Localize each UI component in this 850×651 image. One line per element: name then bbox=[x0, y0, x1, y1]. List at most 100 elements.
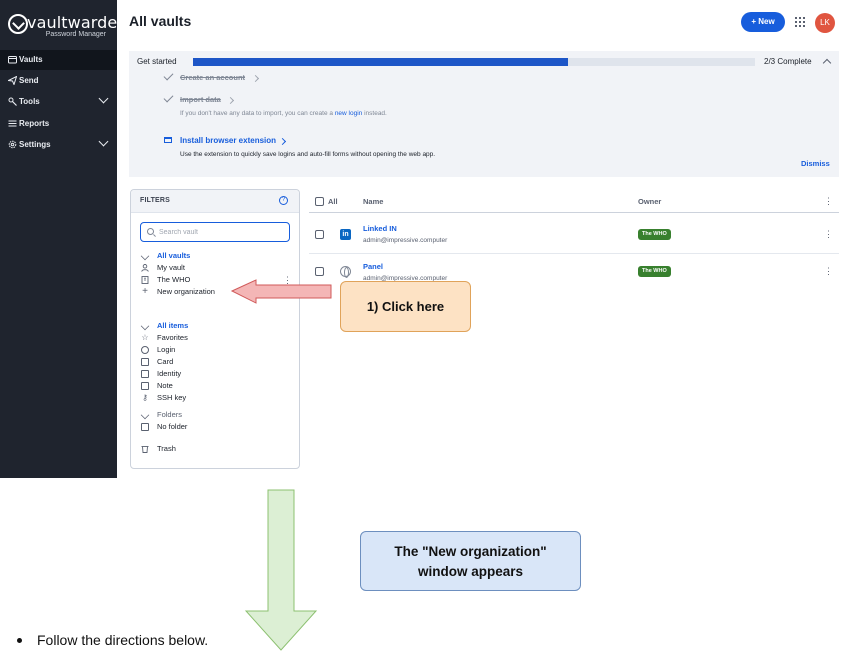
chevron-down-icon bbox=[140, 410, 150, 420]
chevron-right-icon bbox=[251, 74, 260, 83]
key-icon: ⚷ bbox=[142, 393, 148, 402]
sidebar-item-label: Tools bbox=[19, 97, 40, 106]
sidebar-item-reports[interactable]: Reports bbox=[0, 114, 117, 134]
owner-badge: The WHO bbox=[638, 229, 671, 240]
column-header-owner[interactable]: Owner bbox=[638, 197, 661, 206]
dismiss-button[interactable]: Dismiss bbox=[801, 159, 830, 168]
organization-options-icon[interactable]: ⋮ bbox=[283, 276, 292, 285]
note-icon bbox=[141, 382, 149, 390]
logo-wordmark: vaultwarden bbox=[27, 13, 128, 32]
trash-icon bbox=[141, 445, 149, 453]
id-card-icon bbox=[141, 370, 149, 378]
header-divider bbox=[309, 212, 839, 213]
column-header-name[interactable]: Name bbox=[363, 197, 383, 206]
row-options-icon[interactable]: ⋮ bbox=[824, 267, 833, 276]
filter-label: The WHO bbox=[157, 275, 191, 284]
star-icon: ☆ bbox=[141, 333, 149, 342]
item-name-link[interactable]: Linked IN bbox=[363, 224, 397, 233]
step-create-account[interactable]: Create an account bbox=[180, 73, 245, 82]
tools-icon bbox=[8, 97, 17, 106]
import-data-note: If you don't have any data to import, yo… bbox=[180, 110, 387, 117]
help-icon[interactable]: ? bbox=[279, 196, 288, 205]
page-title: All vaults bbox=[129, 13, 192, 29]
logo-subtitle: Password Manager bbox=[45, 31, 106, 38]
get-started-title: Get started bbox=[137, 57, 177, 66]
product-switcher-icon[interactable] bbox=[795, 17, 805, 27]
plus-icon: + bbox=[142, 286, 148, 297]
sidebar-item-settings[interactable]: Settings bbox=[0, 135, 117, 155]
install-extension-note: Use the extension to quickly save logins… bbox=[180, 151, 436, 158]
filters-header: FILTERS ? bbox=[131, 190, 299, 213]
owner-badge: The WHO bbox=[638, 266, 671, 277]
sidebar-item-vaults[interactable]: Vaults bbox=[0, 50, 117, 70]
get-started-panel: Get started 2/3 Complete Create an accou… bbox=[129, 51, 839, 177]
step-install-extension[interactable]: Install browser extension bbox=[180, 136, 276, 145]
onboarding-progress-bar bbox=[193, 58, 755, 66]
filter-label: No folder bbox=[157, 422, 188, 431]
row-divider bbox=[309, 253, 839, 254]
main-content: All vaults + New LK Get started 2/3 Comp… bbox=[117, 0, 850, 478]
filter-label: SSH key bbox=[157, 393, 187, 402]
chevron-down-icon bbox=[140, 321, 150, 331]
chevron-down-icon bbox=[140, 251, 150, 261]
chevron-down-icon bbox=[98, 93, 109, 104]
sidebar-item-label: Settings bbox=[19, 140, 51, 149]
globe-icon bbox=[141, 346, 149, 354]
filter-label: Trash bbox=[157, 444, 176, 453]
sidebar: vaultwarden Password Manager Vaults Send… bbox=[0, 0, 127, 478]
search-vault-field[interactable] bbox=[140, 222, 290, 242]
filter-label: Identity bbox=[157, 369, 182, 378]
chevron-up-icon[interactable] bbox=[822, 58, 832, 68]
item-name-link[interactable]: Panel bbox=[363, 262, 383, 271]
sidebar-item-tools[interactable]: Tools bbox=[0, 92, 117, 112]
search-icon bbox=[147, 228, 154, 235]
sidebar-item-send[interactable]: Send bbox=[0, 71, 117, 91]
chevron-right-icon bbox=[278, 137, 287, 146]
row-options-icon[interactable]: ⋮ bbox=[824, 230, 833, 239]
select-all-checkbox[interactable] bbox=[315, 197, 324, 206]
filter-label: Card bbox=[157, 357, 174, 366]
filter-label: New organization bbox=[157, 287, 215, 296]
vaultwarden-mark-icon bbox=[8, 14, 28, 34]
checkmark-icon bbox=[163, 92, 174, 103]
globe-icon bbox=[340, 266, 351, 278]
filter-label: Login bbox=[157, 345, 176, 354]
green-down-arrow bbox=[244, 489, 318, 651]
result-note-line-2: window appears bbox=[417, 564, 524, 579]
user-icon bbox=[141, 264, 149, 272]
new-item-button[interactable]: + New bbox=[741, 12, 785, 32]
import-note-text: If you don't have any data to import, yo… bbox=[180, 110, 335, 117]
filter-label: My vault bbox=[157, 263, 185, 272]
sidebar-item-label: Send bbox=[19, 76, 39, 85]
sidebar-item-label: Vaults bbox=[19, 55, 43, 64]
chevron-down-icon bbox=[98, 136, 109, 147]
filter-label: Favorites bbox=[157, 333, 188, 342]
sidebar-item-label: Reports bbox=[19, 119, 50, 128]
column-header-all: All bbox=[328, 197, 338, 206]
avatar[interactable]: LK bbox=[815, 13, 835, 33]
gear-icon bbox=[8, 140, 17, 149]
row-checkbox[interactable] bbox=[315, 267, 324, 276]
credit-card-icon bbox=[141, 358, 149, 366]
chevron-right-icon bbox=[226, 96, 235, 105]
result-note-box: The "New organization" window appears bbox=[360, 531, 581, 591]
step-import-data[interactable]: Import data bbox=[180, 95, 221, 104]
new-login-link[interactable]: new login bbox=[335, 110, 362, 117]
filter-heading-label: All items bbox=[157, 321, 189, 330]
linkedin-icon: in bbox=[340, 229, 351, 240]
instruction-bullet: Follow the directions below. bbox=[17, 632, 208, 648]
vaultwarden-logo[interactable]: vaultwarden Password Manager bbox=[8, 11, 127, 41]
checkmark-icon bbox=[163, 70, 174, 81]
result-note-line-1: The "New organization" bbox=[394, 544, 547, 559]
instruction-text: Follow the directions below. bbox=[37, 632, 209, 648]
reports-icon bbox=[8, 119, 17, 128]
row-checkbox[interactable] bbox=[315, 230, 324, 239]
item-username: admin@impressive.computer bbox=[363, 237, 448, 244]
search-input[interactable] bbox=[159, 227, 284, 238]
table-options-icon[interactable]: ⋮ bbox=[824, 197, 833, 206]
vault-icon bbox=[8, 55, 17, 64]
vault-screenshot: vaultwarden Password Manager Vaults Send… bbox=[0, 0, 850, 478]
onboarding-progress-fill bbox=[193, 58, 568, 66]
organization-icon bbox=[141, 276, 149, 284]
click-here-callout: 1) Click here bbox=[340, 281, 471, 332]
